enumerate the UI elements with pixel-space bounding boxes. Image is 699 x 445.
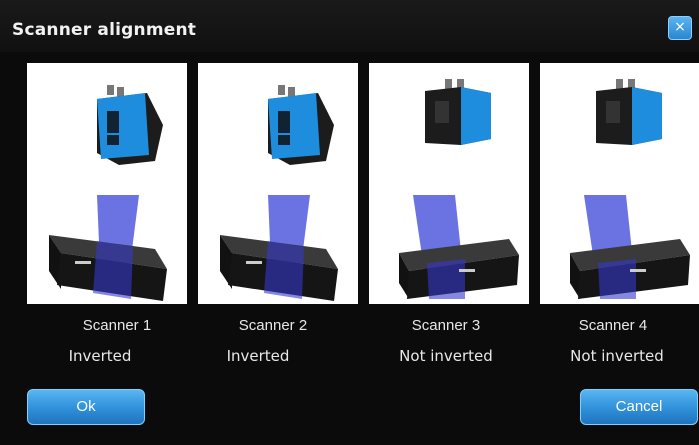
title-bar: Scanner alignment × [0,0,699,52]
scanner-1-name: Scanner 1 [82,317,152,334]
scanner-1-card[interactable] [27,63,187,304]
scanner-alignment-dialog: Scanner alignment × Scanner 1 Scanner 2 … [0,0,699,445]
scanner-head-icon [596,79,662,145]
scanner-1-state: Inverted [68,347,132,365]
scanner-4-state: Not inverted [570,347,664,365]
package-box-icon [220,235,338,301]
scanner-4-illustration [570,79,690,299]
scanner-2-state: Inverted [226,347,290,365]
scanner-head-icon [268,85,334,165]
package-box-icon [570,239,690,299]
dialog-title: Scanner alignment [12,20,197,40]
scanner-3-illustration [399,79,519,299]
scanner-2-card[interactable] [198,63,358,304]
scanner-2-illustration [220,85,338,301]
package-box-icon [399,239,519,299]
scanner-2-name: Scanner 2 [238,317,308,334]
ok-button[interactable]: Ok [27,389,145,425]
scanner-3-state: Not inverted [399,347,493,365]
scanner-head-icon [425,79,491,145]
package-box-icon [49,235,167,301]
cancel-button[interactable]: Cancel [580,389,698,425]
scanner-1-illustration [49,85,167,301]
scanner-3-name: Scanner 3 [411,317,481,334]
close-button[interactable]: × [668,16,692,40]
scanner-head-icon [97,85,163,165]
scanner-4-name: Scanner 4 [578,317,648,334]
scanner-4-card[interactable] [540,63,699,304]
scanner-3-card[interactable] [369,63,529,304]
close-icon: × [674,19,686,35]
